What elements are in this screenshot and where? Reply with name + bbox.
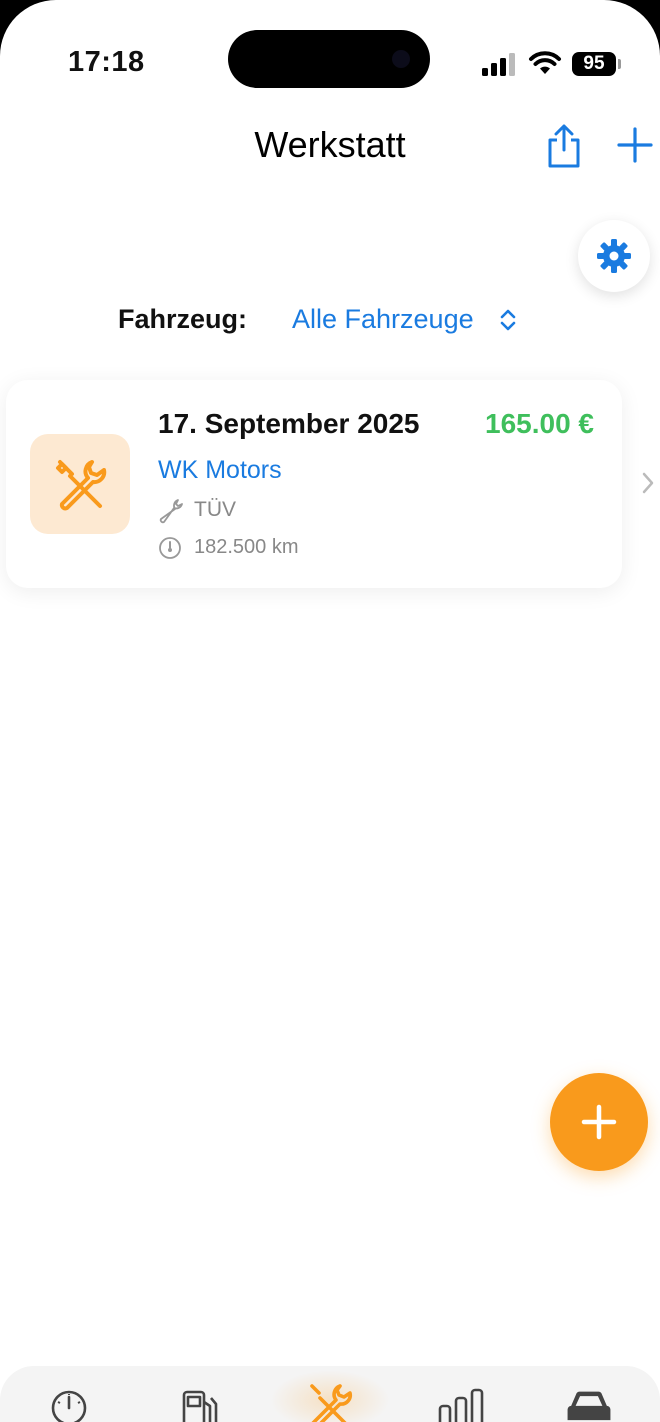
share-icon[interactable] — [544, 122, 584, 170]
settings-button[interactable] — [578, 220, 650, 292]
speedometer-icon — [159, 537, 181, 559]
chevron-right-icon[interactable] — [640, 470, 656, 496]
entry-service-type: TÜV — [194, 498, 236, 521]
battery-tip — [618, 59, 621, 69]
tab-statistics[interactable] — [436, 1380, 486, 1422]
entry-date: 17. September 2025 — [158, 408, 420, 439]
cellular-signal-icon — [482, 52, 518, 76]
tab-dashboard[interactable] — [44, 1380, 94, 1422]
plus-icon — [581, 1104, 617, 1140]
chevron-up-down-icon[interactable] — [498, 306, 518, 334]
bar-chart-icon — [438, 1388, 484, 1422]
tools-icon — [310, 1384, 353, 1422]
car-icon — [567, 1391, 611, 1421]
fuel-pump-icon — [182, 1390, 218, 1422]
tools-icon — [56, 460, 107, 511]
entry-price: 165.00 € — [485, 408, 594, 439]
vehicle-filter-label: Fahrzeug: — [118, 304, 248, 334]
add-icon[interactable] — [616, 126, 654, 164]
camera-icon — [392, 50, 410, 68]
add-entry-button[interactable] — [550, 1073, 648, 1171]
tab-workshop[interactable] — [304, 1380, 354, 1422]
vehicle-filter-select[interactable]: Alle Fahrzeuge — [292, 304, 474, 335]
screen: 17:18 95 Werkstatt Fahrzeug: Alle Fahrze… — [0, 0, 660, 1422]
wifi-icon — [529, 51, 561, 74]
gear-icon — [597, 239, 631, 273]
speedometer-icon — [51, 1390, 87, 1422]
entry-mileage: 182.500 km — [194, 536, 299, 558]
service-icon-box — [30, 434, 130, 534]
tab-vehicles[interactable] — [564, 1380, 614, 1422]
battery-indicator: 95 — [572, 52, 616, 76]
entry-garage: WK Motors — [158, 456, 282, 484]
status-time: 17:18 — [68, 46, 145, 78]
tab-fuel[interactable] — [174, 1380, 224, 1422]
dynamic-island — [228, 30, 430, 88]
wrench-icon — [159, 499, 183, 524]
service-entry-card[interactable]: 17. September 2025 165.00 € WK Motors TÜ… — [6, 380, 622, 588]
